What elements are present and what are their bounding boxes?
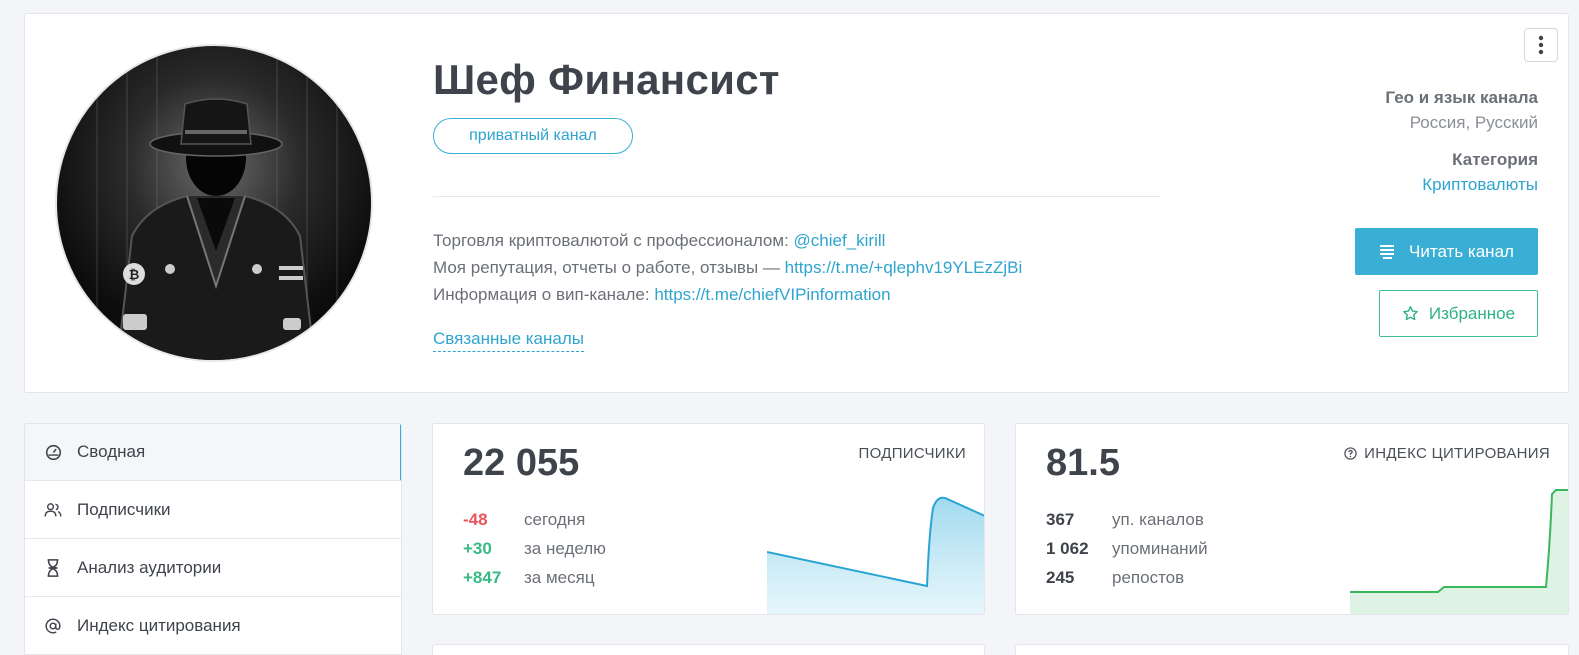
geo-language-label: Гео и язык канала xyxy=(1385,88,1538,107)
channel-nav-sidebar: Сводная Подписчики Анализ аудитории Инде… xyxy=(24,423,402,655)
stat-row: +30 за неделю xyxy=(463,539,606,559)
citation-title-label: ИНДЕКС ЦИТИРОВАНИЯ xyxy=(1364,445,1550,462)
sidebar-item-label: Сводная xyxy=(77,442,146,461)
citation-sparkline xyxy=(1350,489,1568,614)
at-icon xyxy=(43,616,63,636)
favorite-label: Избранное xyxy=(1428,303,1516,323)
channel-title: Шеф Финансист xyxy=(433,56,780,103)
sidebar-item-subscribers[interactable]: Подписчики xyxy=(25,482,401,539)
help-circle-icon[interactable] xyxy=(1344,447,1357,460)
next-stat-card xyxy=(1015,644,1569,655)
subscribers-month-label: за месяц xyxy=(524,568,595,587)
read-channel-button[interactable]: Читать канал xyxy=(1355,228,1538,275)
avatar-figure-image: ₿ xyxy=(96,46,338,360)
subscribers-week-value: +30 xyxy=(463,539,492,558)
sidebar-item-citation-index[interactable]: Индекс цитирования xyxy=(25,598,401,655)
citation-mentions-label: упоминаний xyxy=(1112,539,1208,558)
subscribers-today-value: -48 xyxy=(463,510,488,529)
description-link-vip[interactable]: https://t.me/chiefVIPinformation xyxy=(654,285,890,304)
private-channel-badge: приватный канал xyxy=(433,118,633,154)
dna-icon xyxy=(43,558,63,578)
stat-row: 1 062 упоминаний xyxy=(1046,539,1208,559)
sidebar-item-summary[interactable]: Сводная xyxy=(25,424,401,481)
stat-row: 367 уп. каналов xyxy=(1046,510,1204,530)
vertical-dots-icon xyxy=(1538,35,1544,55)
dashboard-icon xyxy=(43,442,63,462)
sidebar-item-label: Анализ аудитории xyxy=(77,558,222,577)
channel-description: Торговля криптовалютой с профессионалом:… xyxy=(433,227,1022,308)
citation-reposts-value: 245 xyxy=(1046,568,1075,587)
description-text: Торговля криптовалютой с профессионалом: xyxy=(433,231,794,250)
citation-channels-value: 367 xyxy=(1046,510,1075,529)
sidebar-item-label: Подписчики xyxy=(77,500,171,519)
sidebar-item-audience-analysis[interactable]: Анализ аудитории xyxy=(25,540,401,597)
citation-mentions-value: 1 062 xyxy=(1046,539,1089,558)
subscribers-card[interactable]: 22 055 ПОДПИСЧИКИ -48 сегодня +30 за нед… xyxy=(432,423,985,615)
stat-row: +847 за месяц xyxy=(463,568,595,588)
users-icon xyxy=(43,500,63,520)
description-text: Моя репутация, отчеты о работе, отзывы — xyxy=(433,258,785,277)
description-line-1: Торговля криптовалютой с профессионалом:… xyxy=(433,227,1022,254)
subscribers-total: 22 055 xyxy=(463,442,580,484)
description-text: Информация о вип-канале: xyxy=(433,285,655,304)
channel-header-card: ₿ Шеф Финансист приватный канал Торговля… xyxy=(24,13,1569,393)
description-link-username[interactable]: @chief_kirill xyxy=(794,231,886,250)
header-divider xyxy=(433,196,1160,197)
svg-text:₿: ₿ xyxy=(129,268,140,283)
stat-row: -48 сегодня xyxy=(463,510,585,530)
description-line-3: Информация о вип-канале: https://t.me/ch… xyxy=(433,281,1022,308)
category-link[interactable]: Криптовалюты xyxy=(1422,175,1538,195)
sidebar-item-label: Индекс цитирования xyxy=(77,616,241,635)
subscribers-today-label: сегодня xyxy=(524,510,586,529)
stat-row: 245 репостов xyxy=(1046,568,1184,588)
subscribers-month-value: +847 xyxy=(463,568,502,587)
description-line-2: Моя репутация, отчеты о работе, отзывы —… xyxy=(433,254,1022,281)
description-link-reputation[interactable]: https://t.me/+qlephv19YLEzZjBi xyxy=(785,258,1023,277)
subscribers-week-label: за неделю xyxy=(524,539,606,558)
subscribers-title: ПОДПИСЧИКИ xyxy=(858,445,966,462)
channel-avatar: ₿ xyxy=(55,44,373,362)
citation-channels-label: уп. каналов xyxy=(1112,510,1204,529)
category-label: Категория xyxy=(1452,150,1538,169)
citation-reposts-label: репостов xyxy=(1112,568,1185,587)
more-menu-button[interactable] xyxy=(1524,28,1558,62)
citation-index-title: ИНДЕКС ЦИТИРОВАНИЯ xyxy=(1344,445,1550,462)
citation-index-card[interactable]: 81.5 ИНДЕКС ЦИТИРОВАНИЯ 367 уп. каналов … xyxy=(1015,423,1569,615)
geo-language-value: Россия, Русский xyxy=(1409,113,1538,132)
next-stat-card xyxy=(432,644,985,655)
list-icon xyxy=(1380,244,1395,259)
citation-index-value: 81.5 xyxy=(1046,442,1120,484)
star-icon xyxy=(1402,306,1418,321)
subscribers-sparkline xyxy=(767,496,984,614)
read-channel-label: Читать канал xyxy=(1409,241,1514,261)
favorite-button[interactable]: Избранное xyxy=(1379,290,1538,337)
related-channels-link[interactable]: Связанные каналы xyxy=(433,329,584,352)
